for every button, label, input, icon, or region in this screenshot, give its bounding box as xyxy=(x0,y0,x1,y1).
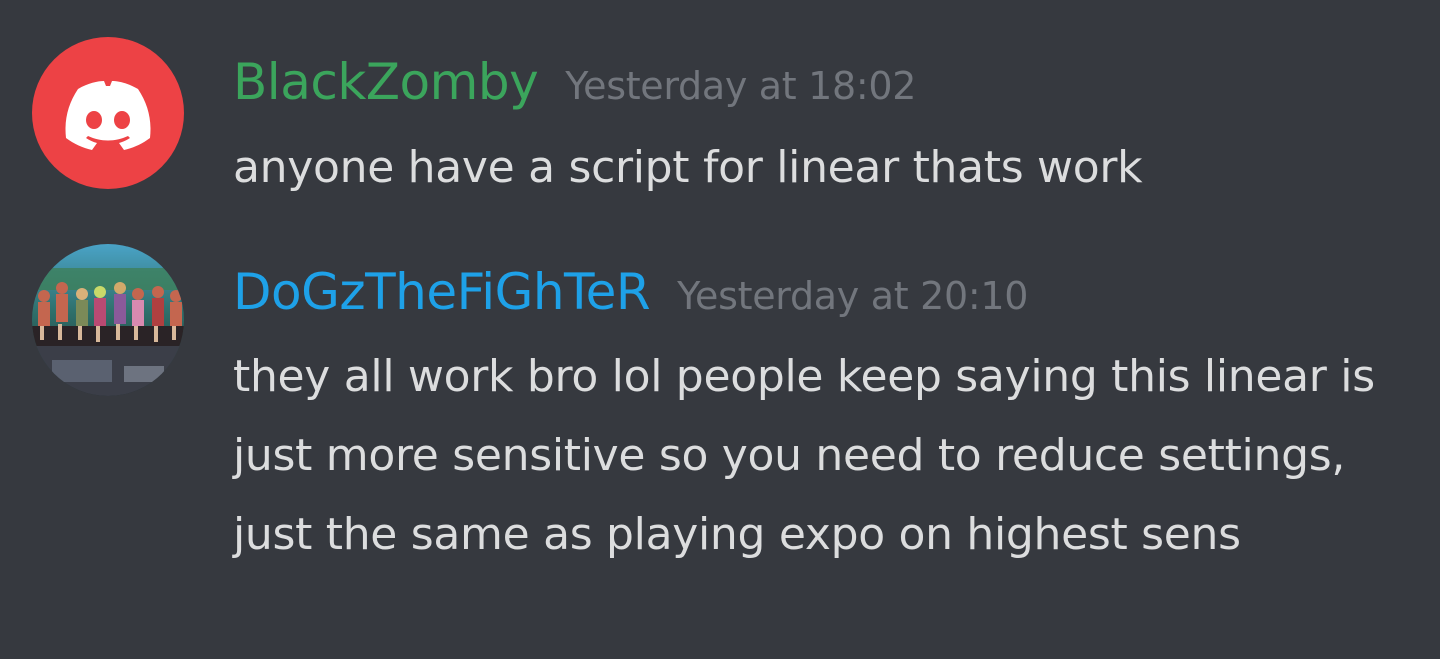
username[interactable]: BlackZomby xyxy=(233,50,539,114)
message-content: they all work bro lol people keep saying… xyxy=(233,351,1375,560)
message-header: DoGzTheFiGhTeR Yesterday at 20:10 xyxy=(233,260,1028,328)
message: DoGzTheFiGhTeR Yesterday at 20:10 they a… xyxy=(0,215,1440,659)
message: BlackZomby Yesterday at 18:02 anyone hav… xyxy=(0,0,1440,215)
message-header: BlackZomby Yesterday at 18:02 xyxy=(233,50,916,118)
user-photo-avatar xyxy=(32,244,184,396)
timestamp[interactable]: Yesterday at 20:10 xyxy=(677,264,1028,328)
avatar[interactable] xyxy=(32,244,184,396)
discord-logo-icon xyxy=(65,81,151,150)
username[interactable]: DoGzTheFiGhTeR xyxy=(233,260,651,324)
avatar[interactable] xyxy=(32,37,184,189)
timestamp[interactable]: Yesterday at 18:02 xyxy=(565,54,916,118)
message-content: anyone have a script for linear thats wo… xyxy=(233,142,1143,193)
chat-messages: BlackZomby Yesterday at 18:02 anyone hav… xyxy=(0,0,1440,659)
